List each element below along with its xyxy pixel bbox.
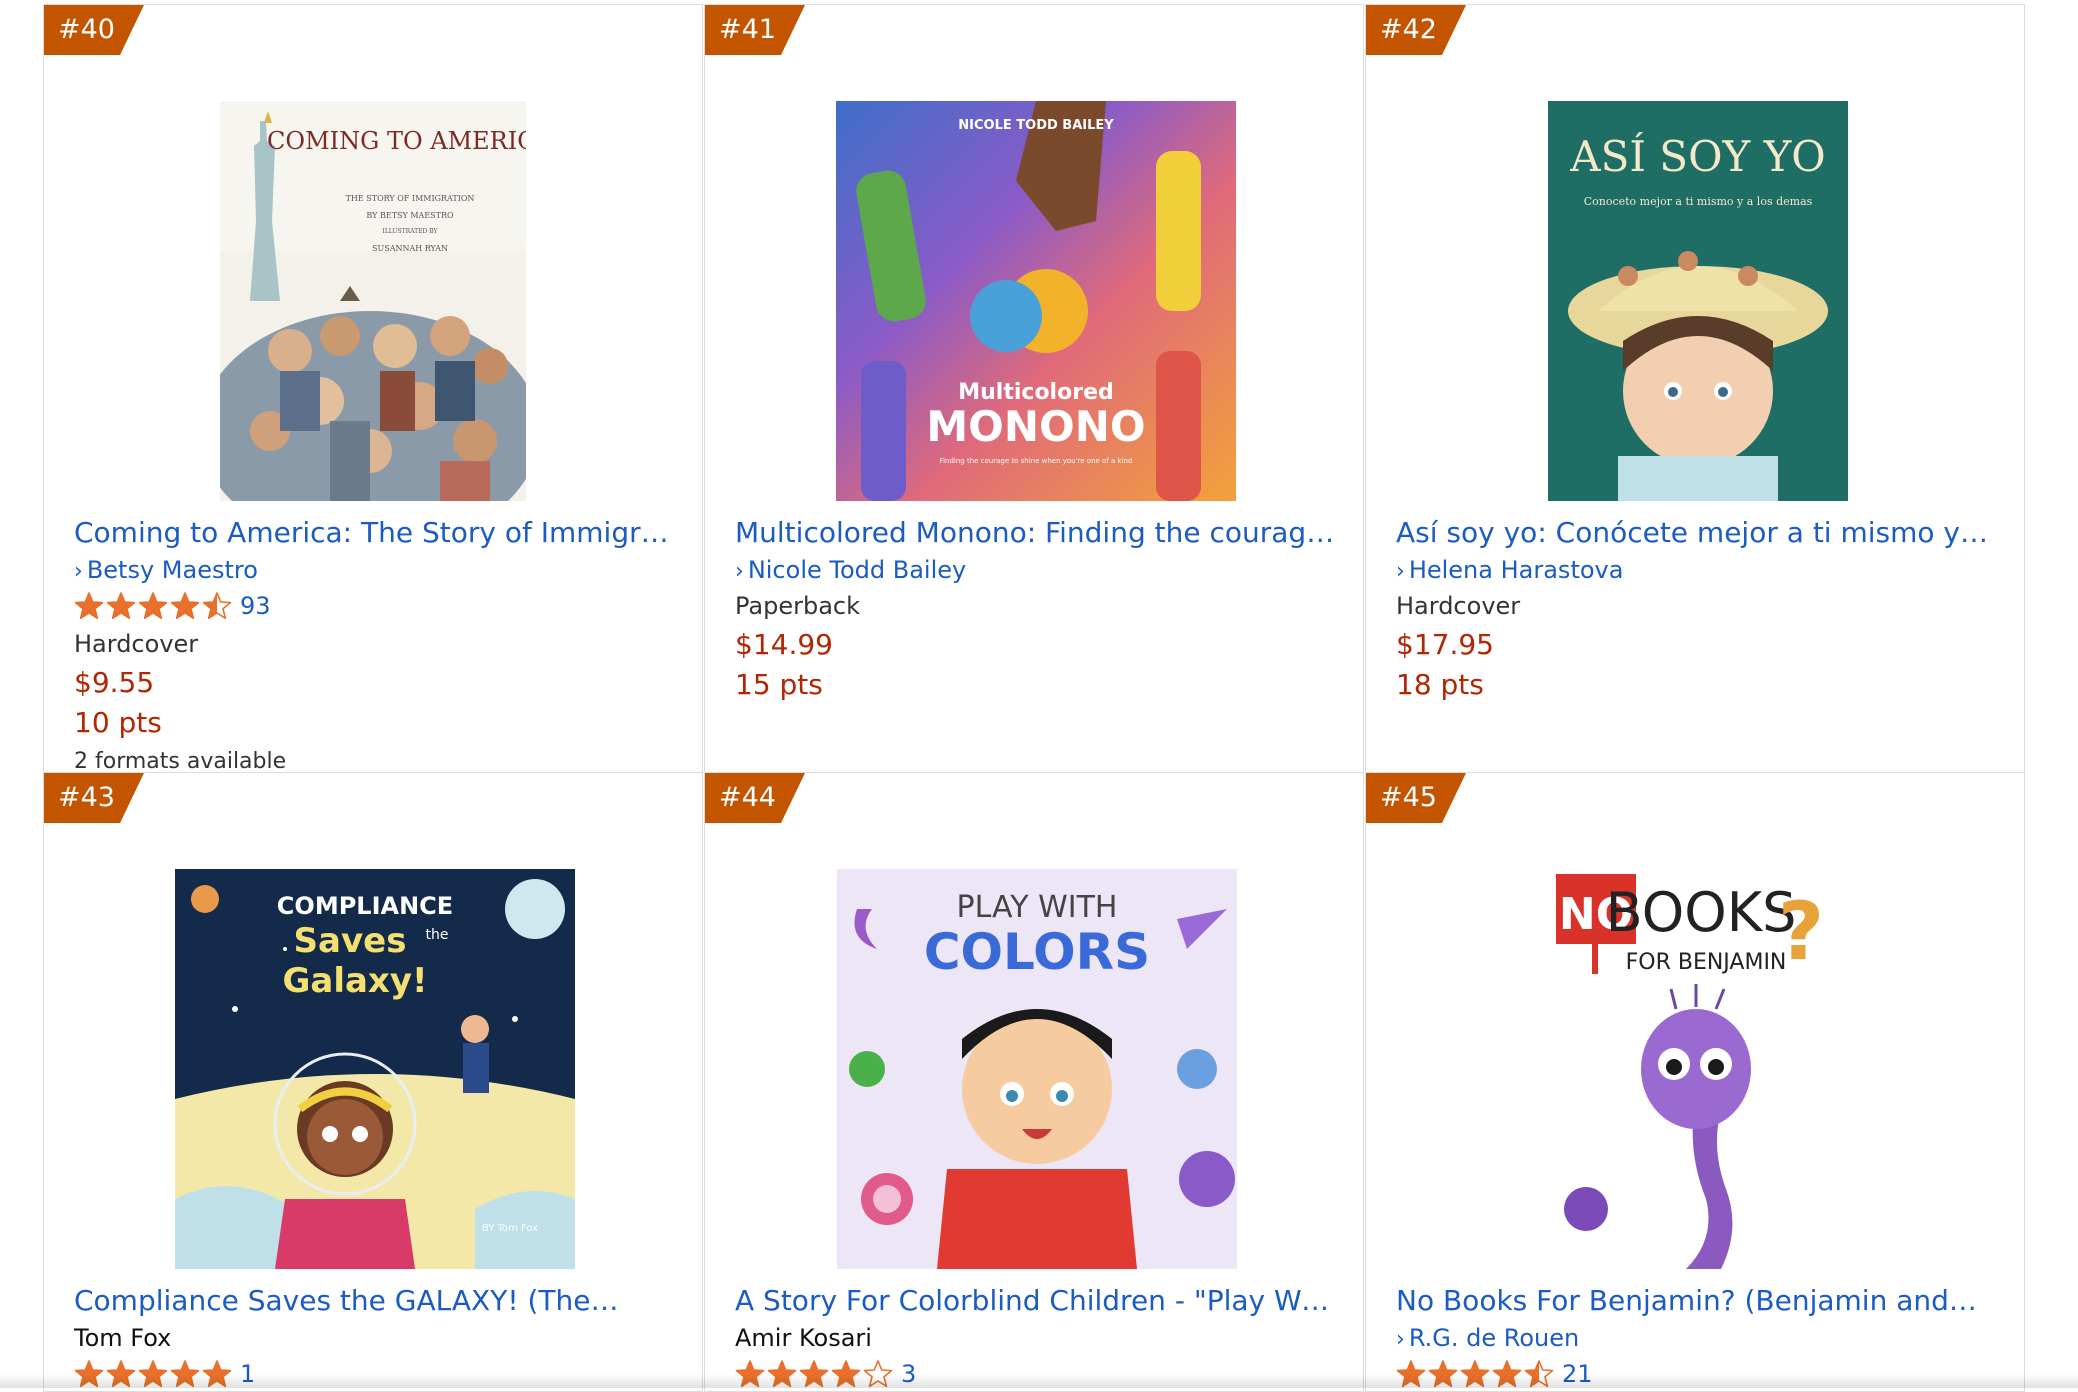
product-title-link[interactable]: Multicolored Monono: Finding the courage… — [735, 513, 1335, 553]
price[interactable]: $17.95 — [1396, 625, 1996, 665]
cover-title: ASÍ SOY YO — [1569, 131, 1826, 181]
product-card: #40 COMING TO AMERICA THE STORY OF IMMIG… — [43, 4, 703, 773]
product-title-link[interactable]: Compliance Saves the GALAXY! (The… — [74, 1281, 674, 1321]
product-card: #44 PLAY WITH COLORS A Story For Colorbl… — [704, 772, 1364, 1392]
price[interactable]: $14.99 — [735, 625, 1335, 665]
author-link[interactable]: › Betsy Maestro — [74, 553, 674, 587]
author-link[interactable]: › Helena Harastova — [1396, 553, 1996, 587]
book-cover-image[interactable]: NO BOOKS ? FOR BENJAMIN — [1546, 869, 1846, 1269]
author-link[interactable]: › R.G. de Rouen — [1396, 1321, 1996, 1355]
bestseller-grid: #40 COMING TO AMERICA THE STORY OF IMMIG… — [0, 0, 2078, 1392]
star-icon — [138, 591, 168, 621]
cover-line1: COMPLIANCE — [277, 892, 453, 920]
book-cover-image[interactable]: COMPLIANCE Saves the Galaxy! BY Tom Fox — [175, 869, 575, 1269]
book-cover-image[interactable]: ASÍ SOY YO Conoceto mejor a ti mismo y a… — [1548, 101, 1848, 501]
book-cover-image[interactable]: PLAY WITH COLORS — [837, 869, 1237, 1269]
product-info: Multicolored Monono: Finding the courage… — [735, 513, 1335, 705]
cover-books: BOOKS — [1606, 881, 1797, 944]
rank-badge: #45 — [1366, 773, 1466, 823]
cover-line2: Saves — [294, 921, 407, 961]
star-rating[interactable]: 93 — [74, 587, 674, 625]
product-title-link[interactable]: Coming to America: The Story of Immigrat… — [74, 513, 674, 553]
points: 15 pts — [735, 668, 823, 701]
author-name: Amir Kosari — [735, 1324, 872, 1352]
bottom-shadow — [0, 1374, 2078, 1388]
stars — [74, 591, 234, 621]
star-icon — [170, 591, 200, 621]
product-card: #45 NO BOOKS ? FOR BENJAMIN No Books For… — [1365, 772, 2025, 1392]
chevron-right-icon: › — [74, 559, 83, 584]
chevron-right-icon: › — [1396, 559, 1405, 584]
cover-illustrator: SUSANNAH RYAN — [372, 244, 448, 253]
rank-badge: #42 — [1366, 5, 1466, 55]
author-name: Tom Fox — [74, 1324, 172, 1352]
cover-author: NICOLE TODD BAILEY — [958, 118, 1114, 133]
chevron-right-icon: › — [1396, 1327, 1405, 1352]
price[interactable]: $9.55 — [74, 663, 674, 703]
rank-badge: #43 — [44, 773, 144, 823]
cover-illustrated: ILLUSTRATED BY — [382, 228, 438, 235]
star-icon — [202, 591, 232, 621]
cover-subtitle: Conoceto mejor a ti mismo y a los demas — [1584, 195, 1813, 208]
format-label: Hardcover — [1396, 592, 1521, 620]
product-info: Coming to America: The Story of Immigrat… — [74, 513, 674, 772]
format-label: Paperback — [735, 592, 861, 620]
product-card: #42 ASÍ SOY YO Conoceto mejor a ti mismo… — [1365, 4, 2025, 773]
points: 10 pts — [74, 706, 162, 739]
format-label: Hardcover — [74, 630, 199, 658]
author-link[interactable]: › Nicole Todd Bailey — [735, 553, 1335, 587]
author-name: Betsy Maestro — [86, 556, 258, 584]
chevron-right-icon: › — [735, 559, 744, 584]
product-title-link[interactable]: A Story For Colorblind Children - "Play … — [735, 1281, 1335, 1321]
author-name: Nicole Todd Bailey — [747, 556, 967, 584]
cover-line2b: the — [426, 927, 449, 943]
formats-available-link[interactable]: 2 formats available — [74, 743, 674, 772]
product-card: #43 COMPLIANCE Saves the Galaxy! BY Tom … — [43, 772, 703, 1392]
cover-subtitle: THE STORY OF IMMIGRATION — [346, 194, 475, 203]
cover-tagline: Finding the courage to shine when you're… — [940, 457, 1133, 465]
author-name: Helena Harastova — [1408, 556, 1624, 584]
review-count-link[interactable]: 93 — [240, 592, 271, 620]
product-info: Así soy yo: Conócete mejor a ti mismo y … — [1396, 513, 1996, 705]
author-name: R.G. de Rouen — [1408, 1324, 1580, 1352]
cover-title-line2: MONONO — [926, 402, 1145, 451]
book-cover-image[interactable]: COMING TO AMERICA THE STORY OF IMMIGRATI… — [220, 101, 526, 501]
cover-for-benjamin: FOR BENJAMIN — [1626, 950, 1787, 975]
cover-line2: COLORS — [924, 923, 1150, 981]
star-icon — [106, 591, 136, 621]
product-title-link[interactable]: No Books For Benjamin? (Benjamin and… — [1396, 1281, 1996, 1321]
cover-byline: BY Tom Fox — [482, 1223, 538, 1234]
rank-badge: #41 — [705, 5, 805, 55]
product-title-link[interactable]: Así soy yo: Conócete mejor a ti mismo y … — [1396, 513, 1996, 553]
cover-line3: Galaxy! — [282, 961, 427, 1001]
product-card: #41 NICOLE TODD BAILEY Multicolored MONO… — [704, 4, 1364, 773]
star-icon — [74, 591, 104, 621]
cover-line1: PLAY WITH — [957, 890, 1118, 925]
rank-badge: #40 — [44, 5, 144, 55]
cover-title: COMING TO AMERICA — [267, 127, 526, 155]
points: 18 pts — [1396, 668, 1484, 701]
book-cover-image[interactable]: NICOLE TODD BAILEY Multicolored MONONO F… — [836, 101, 1236, 501]
rank-badge: #44 — [705, 773, 805, 823]
cover-byline: BY BETSY MAESTRO — [366, 211, 454, 220]
